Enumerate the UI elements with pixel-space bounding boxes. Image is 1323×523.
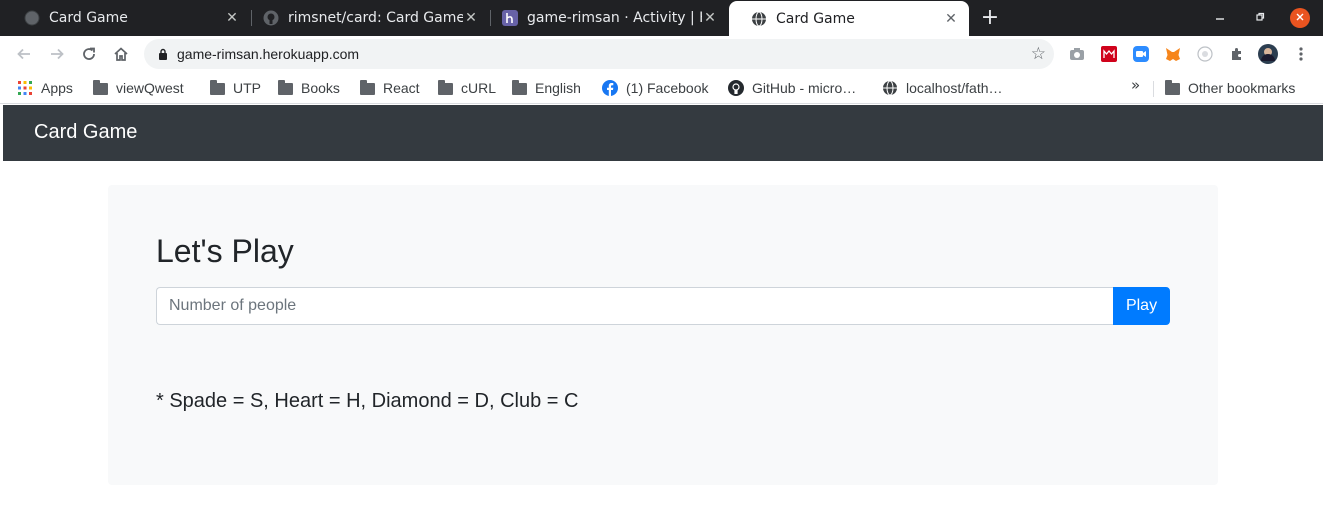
folder-icon — [511, 80, 527, 96]
address-url: game-rimsan.herokuapp.com — [177, 46, 360, 62]
restore-icon[interactable] — [1250, 8, 1270, 28]
player-count-form: Play — [156, 287, 1170, 325]
folder-icon — [359, 80, 375, 96]
bookmark-viewqwest[interactable]: viewQwest — [92, 77, 184, 99]
profile-avatar-icon[interactable] — [1258, 44, 1278, 64]
folder-icon — [277, 80, 293, 96]
folder-icon — [209, 80, 225, 96]
tab-title: Card Game — [776, 10, 855, 27]
close-tab-icon[interactable]: ✕ — [224, 10, 240, 26]
play-panel: Let's Play Play * Spade = S, Heart = H, … — [108, 185, 1218, 485]
bookmark-github-micro[interactable]: GitHub - micro… — [728, 77, 856, 99]
bookmark-books[interactable]: Books — [277, 77, 340, 99]
lock-icon — [156, 48, 170, 60]
facebook-icon — [602, 80, 618, 96]
bookmark-localhost[interactable]: localhost/fath… — [882, 77, 1003, 99]
github-icon — [263, 10, 279, 26]
tab-heroku-activity[interactable]: game-rimsan · Activity | H ✕ — [480, 4, 728, 32]
bookmark-react[interactable]: React — [359, 77, 420, 99]
github-icon — [728, 80, 744, 96]
tab-strip: Card Game ✕ rimsnet/card: Card Game ✕ ga… — [0, 0, 1323, 36]
number-of-people-input[interactable] — [156, 287, 1113, 325]
globe-icon — [24, 10, 40, 26]
play-button[interactable]: Play — [1113, 287, 1170, 325]
bookmark-star-icon[interactable]: ☆ — [1031, 44, 1046, 64]
zoom-extension-icon[interactable] — [1131, 44, 1151, 64]
bookmark-english[interactable]: English — [511, 77, 581, 99]
bookmark-label: Apps — [41, 80, 73, 96]
apps-grid-icon — [17, 80, 33, 96]
tab-card-game-1[interactable]: Card Game ✕ — [2, 4, 250, 32]
bookmark-label: localhost/fath… — [906, 80, 1003, 96]
tab-title: Card Game — [49, 10, 128, 26]
bookmark-label: viewQwest — [116, 80, 184, 96]
extension-icon[interactable] — [1195, 44, 1215, 64]
browser-toolbar: game-rimsan.herokuapp.com ☆ — [0, 36, 1323, 72]
home-icon[interactable] — [109, 42, 133, 66]
heroku-icon — [502, 10, 518, 26]
tab-github-repo[interactable]: rimsnet/card: Card Game ✕ — [241, 4, 489, 32]
bookmark-label: React — [383, 80, 420, 96]
page-viewport: Card Game Let's Play Play * Spade = S, H… — [0, 105, 1323, 523]
bookmark-label: Books — [301, 80, 340, 96]
bookmark-utp[interactable]: UTP — [209, 77, 261, 99]
site-navbar: Card Game — [3, 105, 1323, 161]
bookmark-apps[interactable]: Apps — [17, 77, 73, 99]
globe-icon — [751, 11, 767, 27]
puzzle-extensions-icon[interactable] — [1227, 44, 1247, 64]
camera-icon[interactable] — [1067, 44, 1087, 64]
bookmark-label: Other bookmarks — [1188, 80, 1296, 96]
bookmark-label: (1) Facebook — [626, 80, 709, 96]
bookmark-curl[interactable]: cURL — [437, 77, 496, 99]
forward-icon[interactable] — [45, 42, 69, 66]
bookmark-label: GitHub - micro… — [752, 80, 857, 96]
suit-legend: * Spade = S, Heart = H, Diamond = D, Clu… — [156, 390, 579, 412]
close-tab-icon[interactable]: ✕ — [702, 10, 718, 26]
navbar-brand[interactable]: Card Game — [34, 121, 137, 144]
bookmarks-bar: Apps viewQwest UTP Books React cURL Engl… — [0, 72, 1323, 104]
bookmark-label: English — [535, 80, 581, 96]
mendeley-extension-icon[interactable] — [1099, 44, 1119, 64]
tab-card-game-active[interactable]: Card Game ✕ — [729, 1, 969, 36]
minimize-icon[interactable] — [1210, 8, 1230, 28]
bookmark-facebook[interactable]: (1) Facebook — [602, 77, 708, 99]
bookmark-label: cURL — [461, 80, 497, 96]
bookmarks-overflow-icon[interactable]: » — [1131, 76, 1140, 94]
bookmark-other-bookmarks[interactable]: Other bookmarks — [1164, 77, 1295, 99]
metamask-fox-icon[interactable] — [1163, 44, 1183, 64]
page-title: Let's Play — [156, 233, 294, 269]
kebab-menu-icon[interactable] — [1291, 44, 1311, 64]
back-icon[interactable] — [12, 42, 36, 66]
new-tab-button[interactable]: + — [980, 5, 1000, 31]
close-tab-icon[interactable]: ✕ — [943, 11, 959, 27]
tab-title: game-rimsan · Activity | H — [527, 10, 702, 26]
close-tab-icon[interactable]: ✕ — [463, 10, 479, 26]
bookmark-separator — [1153, 81, 1154, 97]
tab-title: rimsnet/card: Card Game — [288, 10, 463, 26]
window-close-icon[interactable] — [1290, 8, 1310, 28]
globe-icon — [882, 80, 898, 96]
folder-icon — [437, 80, 453, 96]
address-bar[interactable]: game-rimsan.herokuapp.com ☆ — [144, 39, 1054, 69]
folder-icon — [92, 80, 108, 96]
folder-icon — [1164, 80, 1180, 96]
reload-icon[interactable] — [77, 42, 101, 66]
bookmark-label: UTP — [233, 80, 261, 96]
